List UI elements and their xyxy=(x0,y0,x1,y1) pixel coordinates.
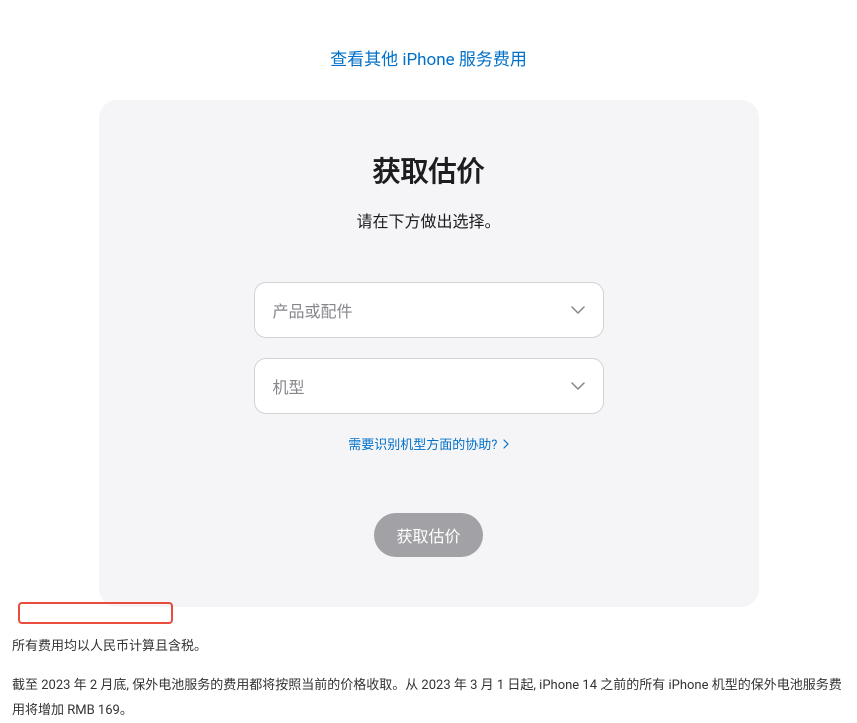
model-placeholder: 机型 xyxy=(273,374,305,398)
product-select-wrapper: 产品或配件 xyxy=(254,282,604,338)
footer-price-note: 截至 2023 年 2 月底, 保外电池服务的费用都将按照当前的价格收取。从 2… xyxy=(12,674,845,723)
chevron-down-icon xyxy=(571,306,585,314)
chevron-down-icon xyxy=(571,382,585,390)
get-estimate-button[interactable]: 获取估价 xyxy=(374,513,482,557)
estimate-card: 获取估价 请在下方做出选择。 产品或配件 机型 需要识别机型方面的协助? 获取估… xyxy=(99,100,759,607)
footer-tax-note: 所有费用均以人民币计算且含税。 xyxy=(12,635,845,654)
card-subtitle: 请在下方做出选择。 xyxy=(139,208,719,232)
help-link-wrapper: 需要识别机型方面的协助? xyxy=(139,434,719,453)
top-link-wrapper: 查看其他 iPhone 服务费用 xyxy=(0,0,857,100)
card-title: 获取估价 xyxy=(139,150,719,190)
product-select[interactable]: 产品或配件 xyxy=(254,282,604,338)
footer-text: 所有费用均以人民币计算且含税。 截至 2023 年 2 月底, 保外电池服务的费… xyxy=(0,607,857,723)
help-link-text: 需要识别机型方面的协助? xyxy=(348,438,497,453)
identify-model-help-link[interactable]: 需要识别机型方面的协助? xyxy=(348,438,508,453)
chevron-right-icon xyxy=(503,438,509,453)
other-iphone-fees-link[interactable]: 查看其他 iPhone 服务费用 xyxy=(330,50,527,70)
product-placeholder: 产品或配件 xyxy=(273,298,353,322)
button-wrapper: 获取估价 xyxy=(139,513,719,557)
model-select[interactable]: 机型 xyxy=(254,358,604,414)
model-select-wrapper: 机型 xyxy=(254,358,604,414)
